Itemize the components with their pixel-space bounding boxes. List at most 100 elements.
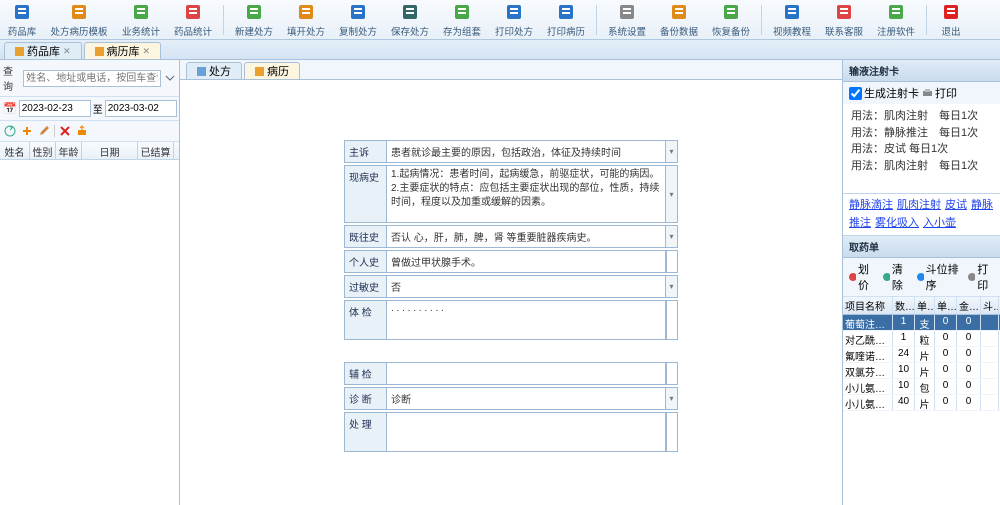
- page-tab-drug-lib[interactable]: 药品库✕: [4, 42, 82, 59]
- print-card-button[interactable]: 打印: [922, 85, 957, 101]
- open-rx-button[interactable]: 填开处方: [283, 1, 329, 39]
- tool-label: 存为组套: [443, 23, 481, 37]
- edit-icon[interactable]: [37, 124, 51, 138]
- close-icon[interactable]: ✕: [143, 46, 151, 57]
- search-label: 查询: [3, 63, 21, 93]
- delete-icon[interactable]: [58, 124, 72, 138]
- dropdown-icon[interactable]: ▾: [666, 225, 678, 248]
- drug-lib-button[interactable]: 药品库: [4, 1, 40, 39]
- search-input[interactable]: [23, 70, 161, 87]
- medication-table-header: 项目名称数量单位单价金额斗位: [843, 297, 1000, 315]
- open-rx-icon: [296, 2, 316, 22]
- new-rx-button[interactable]: 新建处方: [231, 1, 277, 39]
- medication-table: 项目名称数量单位单价金额斗位 葡萄注射液1支00对乙酰氨基...1粒00氟喹诺酮…: [843, 297, 1000, 505]
- med-col-header[interactable]: 金额: [957, 297, 981, 314]
- dropdown-icon[interactable]: ▾: [666, 387, 678, 410]
- dropdown-icon[interactable]: ▾: [666, 165, 678, 223]
- medication-toolbar: 划价清除斗位排序打印: [843, 258, 1000, 297]
- route-link[interactable]: 静脉滴注: [849, 199, 893, 211]
- date-from-input[interactable]: [19, 100, 91, 117]
- med-col-header[interactable]: 单价: [935, 297, 957, 314]
- save-rx-button[interactable]: 保存处方: [387, 1, 433, 39]
- main-toolbar: 药品库处方病历模板业务统计药品统计新建处方填开处方复制处方保存处方存为组套打印处…: [0, 0, 1000, 40]
- med-tb-清除[interactable]: 清除: [882, 261, 910, 293]
- injection-card-title[interactable]: 输液注射卡: [843, 60, 1000, 82]
- print-rx-icon: [504, 2, 524, 22]
- dropdown-spacer: [666, 300, 678, 340]
- route-link[interactable]: 肌肉注射: [897, 199, 941, 211]
- center-tab-history[interactable]: 病历: [244, 62, 300, 79]
- print-history-button[interactable]: 打印病历: [543, 1, 589, 39]
- page-tab-history-lib[interactable]: 病历库✕: [84, 42, 162, 59]
- med-col-header[interactable]: 斗位: [981, 297, 999, 314]
- field-value-jws[interactable]: 否认 心，肝，肺，脾，肾 等重要脏器疾病史。: [386, 225, 666, 248]
- calendar-icon: 📅: [3, 102, 17, 116]
- route-link[interactable]: 入小壶: [923, 217, 956, 229]
- center-tab-rx[interactable]: 处方: [186, 62, 242, 79]
- refresh-icon[interactable]: [3, 124, 17, 138]
- route-link[interactable]: 皮试: [945, 199, 967, 211]
- med-tb-打印[interactable]: 打印: [967, 261, 995, 293]
- dropdown-icon[interactable]: ▾: [666, 140, 678, 163]
- restore-button[interactable]: 恢复备份: [708, 1, 754, 39]
- generate-card-checkbox[interactable]: 生成注射卡: [849, 85, 919, 101]
- sys-settings-button[interactable]: 系统设置: [604, 1, 650, 39]
- col-header[interactable]: 已结算: [138, 142, 174, 159]
- tab-icon: [197, 67, 206, 76]
- field-value-tj[interactable]: . . . . . . . . . .: [386, 300, 666, 340]
- tool-label: 业务统计: [122, 23, 160, 37]
- date-to-input[interactable]: [105, 100, 177, 117]
- rx-template-button[interactable]: 处方病历模板: [46, 1, 112, 39]
- med-col-header[interactable]: 项目名称: [843, 297, 893, 314]
- med-col-header[interactable]: 单位: [915, 297, 935, 314]
- col-header[interactable]: 姓名: [0, 142, 30, 159]
- field-value-grs[interactable]: 曾做过甲状腺手术。: [386, 250, 666, 273]
- register-button[interactable]: 注册软件: [873, 1, 919, 39]
- field-value-zhusu[interactable]: 患者就诊最主要的原因，包括政治，体征及持续时间: [386, 140, 666, 163]
- tool-label: 填开处方: [287, 23, 325, 37]
- col-header[interactable]: 日期: [82, 142, 138, 159]
- save-visit-button[interactable]: 存为组套: [439, 1, 485, 39]
- col-header[interactable]: 性别: [30, 142, 56, 159]
- dropdown-icon[interactable]: ▾: [666, 275, 678, 298]
- center-pane: 处方病历 主诉患者就诊最主要的原因，包括政治，体征及持续时间▾现病史1.起病情况…: [180, 60, 842, 505]
- contact-button[interactable]: 联系客服: [821, 1, 867, 39]
- med-row[interactable]: 双氯芬酸钠...10片00: [843, 363, 1000, 379]
- injection-usage-line: 用法：皮试 每日1次: [851, 141, 992, 158]
- field-value-zd[interactable]: 诊断: [386, 387, 666, 410]
- save-rx-icon: [400, 2, 420, 22]
- field-value-gms[interactable]: 否: [386, 275, 666, 298]
- print-rx-button[interactable]: 打印处方: [491, 1, 537, 39]
- search-dropdown-icon[interactable]: [163, 71, 176, 85]
- field-value-cl[interactable]: [386, 412, 666, 452]
- med-tb-划价[interactable]: 划价: [848, 261, 876, 293]
- medication-panel-title[interactable]: 取药单: [843, 236, 1000, 258]
- med-row[interactable]: 小儿氨酚黄...40片00: [843, 395, 1000, 411]
- left-pane: 查询 📅 至 姓名性别年龄日期已结算: [0, 60, 180, 505]
- route-link[interactable]: 雾化吸入: [875, 217, 919, 229]
- med-row[interactable]: 氟喹诺酮片24片00: [843, 347, 1000, 363]
- new-rx-icon: [244, 2, 264, 22]
- export-icon[interactable]: [75, 124, 89, 138]
- med-col-header[interactable]: 数量: [893, 297, 915, 314]
- field-value-fj[interactable]: [386, 362, 666, 385]
- left-mini-toolbar: [0, 121, 179, 142]
- add-icon[interactable]: [20, 124, 34, 138]
- field-label: 过敏史: [344, 275, 386, 298]
- col-header[interactable]: 年龄: [56, 142, 82, 159]
- drug-stats-button[interactable]: 药品统计: [170, 1, 216, 39]
- copy-rx-button[interactable]: 复制处方: [335, 1, 381, 39]
- med-row[interactable]: 小儿氨酚黄...10包00: [843, 379, 1000, 395]
- field-label: 既往史: [344, 225, 386, 248]
- med-row[interactable]: 葡萄注射液1支00: [843, 315, 1000, 331]
- med-row[interactable]: 对乙酰氨基...1粒00: [843, 331, 1000, 347]
- close-icon[interactable]: ✕: [63, 46, 71, 57]
- field-value-xbs[interactable]: 1.起病情况：患者时间，起病缓急，前驱症状，可能的病因。 2.主要症状的特点：应…: [386, 165, 666, 223]
- biz-stats-button[interactable]: 业务统计: [118, 1, 164, 39]
- exit-button[interactable]: 退出: [934, 1, 968, 39]
- med-tb-斗位排序[interactable]: 斗位排序: [916, 261, 962, 293]
- register-icon: [886, 2, 906, 22]
- field-label: 主诉: [344, 140, 386, 163]
- video-button[interactable]: 视频教程: [769, 1, 815, 39]
- backup-button[interactable]: 备份数据: [656, 1, 702, 39]
